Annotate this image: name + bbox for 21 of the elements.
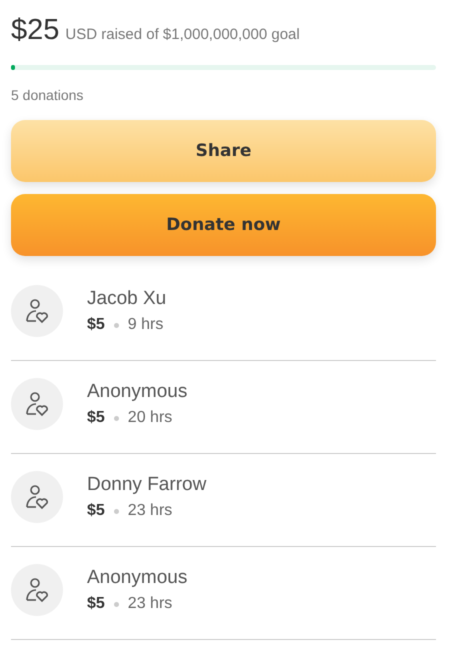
donate-button[interactable]: Donate now bbox=[11, 194, 436, 256]
donation-time: 20 hrs bbox=[128, 409, 172, 427]
person-heart-icon bbox=[24, 576, 50, 604]
person-heart-icon bbox=[24, 297, 50, 325]
share-button[interactable]: Share bbox=[11, 120, 436, 182]
donation-amount: $5 bbox=[87, 316, 105, 334]
donor-name: Donny Farrow bbox=[87, 474, 206, 496]
person-heart-icon bbox=[24, 483, 50, 511]
donation-count: 5 donations bbox=[11, 87, 84, 103]
donor-name: Jacob Xu bbox=[87, 288, 166, 310]
donor-name: Anonymous bbox=[87, 381, 188, 403]
amount-raised: $25 bbox=[11, 14, 60, 47]
donation-time: 23 hrs bbox=[128, 502, 172, 520]
person-heart-icon bbox=[24, 390, 50, 418]
donation-time: 23 hrs bbox=[128, 595, 172, 613]
donation-amount: $5 bbox=[87, 409, 105, 427]
donor-name: Anonymous bbox=[87, 567, 188, 589]
donation-amount: $5 bbox=[87, 502, 105, 520]
donation-amount: $5 bbox=[87, 595, 105, 613]
donation-time: 9 hrs bbox=[128, 316, 164, 334]
goal-text: USD raised of $1,000,000,000 goal bbox=[65, 26, 300, 43]
